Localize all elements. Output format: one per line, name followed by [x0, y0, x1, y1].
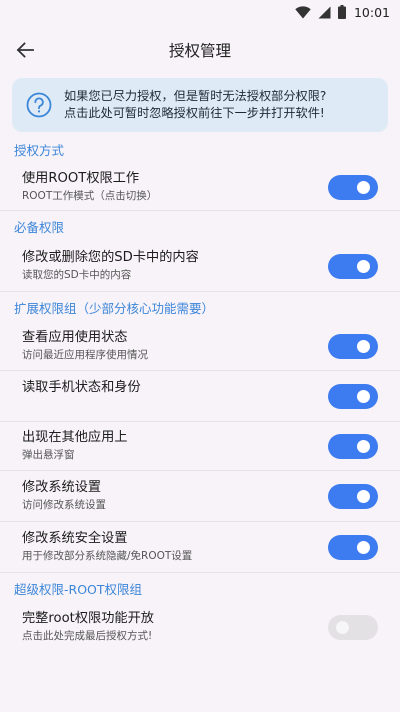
toggle-overlay[interactable] — [328, 433, 378, 459]
page-title: 授权管理 — [168, 42, 231, 60]
row-subtitle: 读取您的SD卡中的内容 — [22, 269, 132, 281]
toggle-secure-settings[interactable] — [328, 534, 378, 560]
row-title: 使用ROOT权限工作 — [22, 171, 140, 186]
row-title: 修改系统安全设置 — [22, 531, 128, 546]
battery-icon — [337, 5, 346, 19]
toggle-phone-state[interactable] — [328, 383, 378, 409]
row-sd-card[interactable]: 修改或删除您的SD卡中的内容 读取您的SD卡中的内容 — [0, 241, 400, 292]
row-secure-settings[interactable]: 修改系统安全设置 用于修改部分系统隐藏/免ROOT设置 — [0, 522, 400, 573]
toggle-system-settings[interactable] — [328, 483, 378, 509]
row-subtitle: 弹出悬浮窗 — [22, 449, 75, 461]
banner-line-1: 如果您已尽力授权，但是暂时无法授权部分权限? — [64, 89, 327, 103]
arrow-left-icon — [16, 42, 34, 58]
status-bar: 10:01 — [0, 0, 400, 24]
section-extended: 扩展权限组（少部分核心功能需要） — [14, 301, 215, 316]
status-time: 10:01 — [353, 4, 390, 20]
row-subtitle: 点击此处完成最后授权方式! — [22, 630, 153, 642]
row-subtitle: ROOT工作模式（点击切换） — [22, 190, 158, 202]
toggle-knob — [336, 620, 349, 634]
signal-icon — [318, 6, 331, 19]
section-required: 必备权限 — [14, 220, 65, 235]
row-title: 读取手机状态和身份 — [22, 380, 141, 395]
toggle-root-work[interactable] — [328, 174, 378, 200]
row-title: 出现在其他应用上 — [22, 430, 128, 445]
row-title: 修改系统设置 — [22, 480, 102, 495]
toggle-knob — [357, 339, 370, 353]
toggle-knob — [357, 439, 370, 453]
banner-line-2: 点击此处可暂时忽略授权前往下一步并打开软件! — [64, 106, 325, 120]
row-phone-state[interactable]: 读取手机状态和身份 — [0, 371, 400, 422]
wifi-icon — [295, 5, 311, 19]
toggle-root-full[interactable] — [328, 614, 378, 640]
row-system-settings[interactable]: 修改系统设置 访问修改系统设置 — [0, 471, 400, 522]
banner-text: 如果您已尽力授权，但是暂时无法授权部分权限? 点击此处可暂时忽略授权前往下一步并… — [64, 88, 326, 122]
row-title: 完整root权限功能开放 — [22, 611, 154, 626]
row-root-full[interactable]: 完整root权限功能开放 点击此处完成最后授权方式! — [0, 603, 400, 651]
toggle-knob — [357, 180, 370, 194]
toggle-sd-card[interactable] — [328, 253, 378, 279]
help-circle-icon — [26, 92, 52, 118]
row-title: 查看应用使用状态 — [22, 330, 128, 345]
row-overlay[interactable]: 出现在其他应用上 弹出悬浮窗 — [0, 422, 400, 471]
toggle-usage-stats[interactable] — [328, 333, 378, 359]
section-auth-mode: 授权方式 — [14, 143, 65, 158]
row-subtitle: 访问最近应用程序使用情况 — [22, 349, 148, 361]
toggle-knob — [357, 389, 370, 403]
row-subtitle: 用于修改部分系统隐藏/免ROOT设置 — [22, 550, 193, 562]
back-button[interactable] — [12, 37, 38, 63]
section-super: 超级权限-ROOT权限组 — [14, 582, 143, 597]
toggle-knob — [357, 259, 370, 273]
row-subtitle: 访问修改系统设置 — [22, 499, 106, 511]
row-root-work[interactable]: 使用ROOT权限工作 ROOT工作模式（点击切换） — [0, 164, 400, 211]
skip-auth-banner[interactable]: 如果您已尽力授权，但是暂时无法授权部分权限? 点击此处可暂时忽略授权前往下一步并… — [12, 78, 388, 132]
toggle-knob — [357, 489, 370, 503]
app-bar: 授权管理 — [0, 24, 400, 76]
row-usage-stats[interactable]: 查看应用使用状态 访问最近应用程序使用情况 — [0, 322, 400, 371]
toggle-knob — [357, 540, 370, 554]
row-title: 修改或删除您的SD卡中的内容 — [22, 250, 199, 265]
